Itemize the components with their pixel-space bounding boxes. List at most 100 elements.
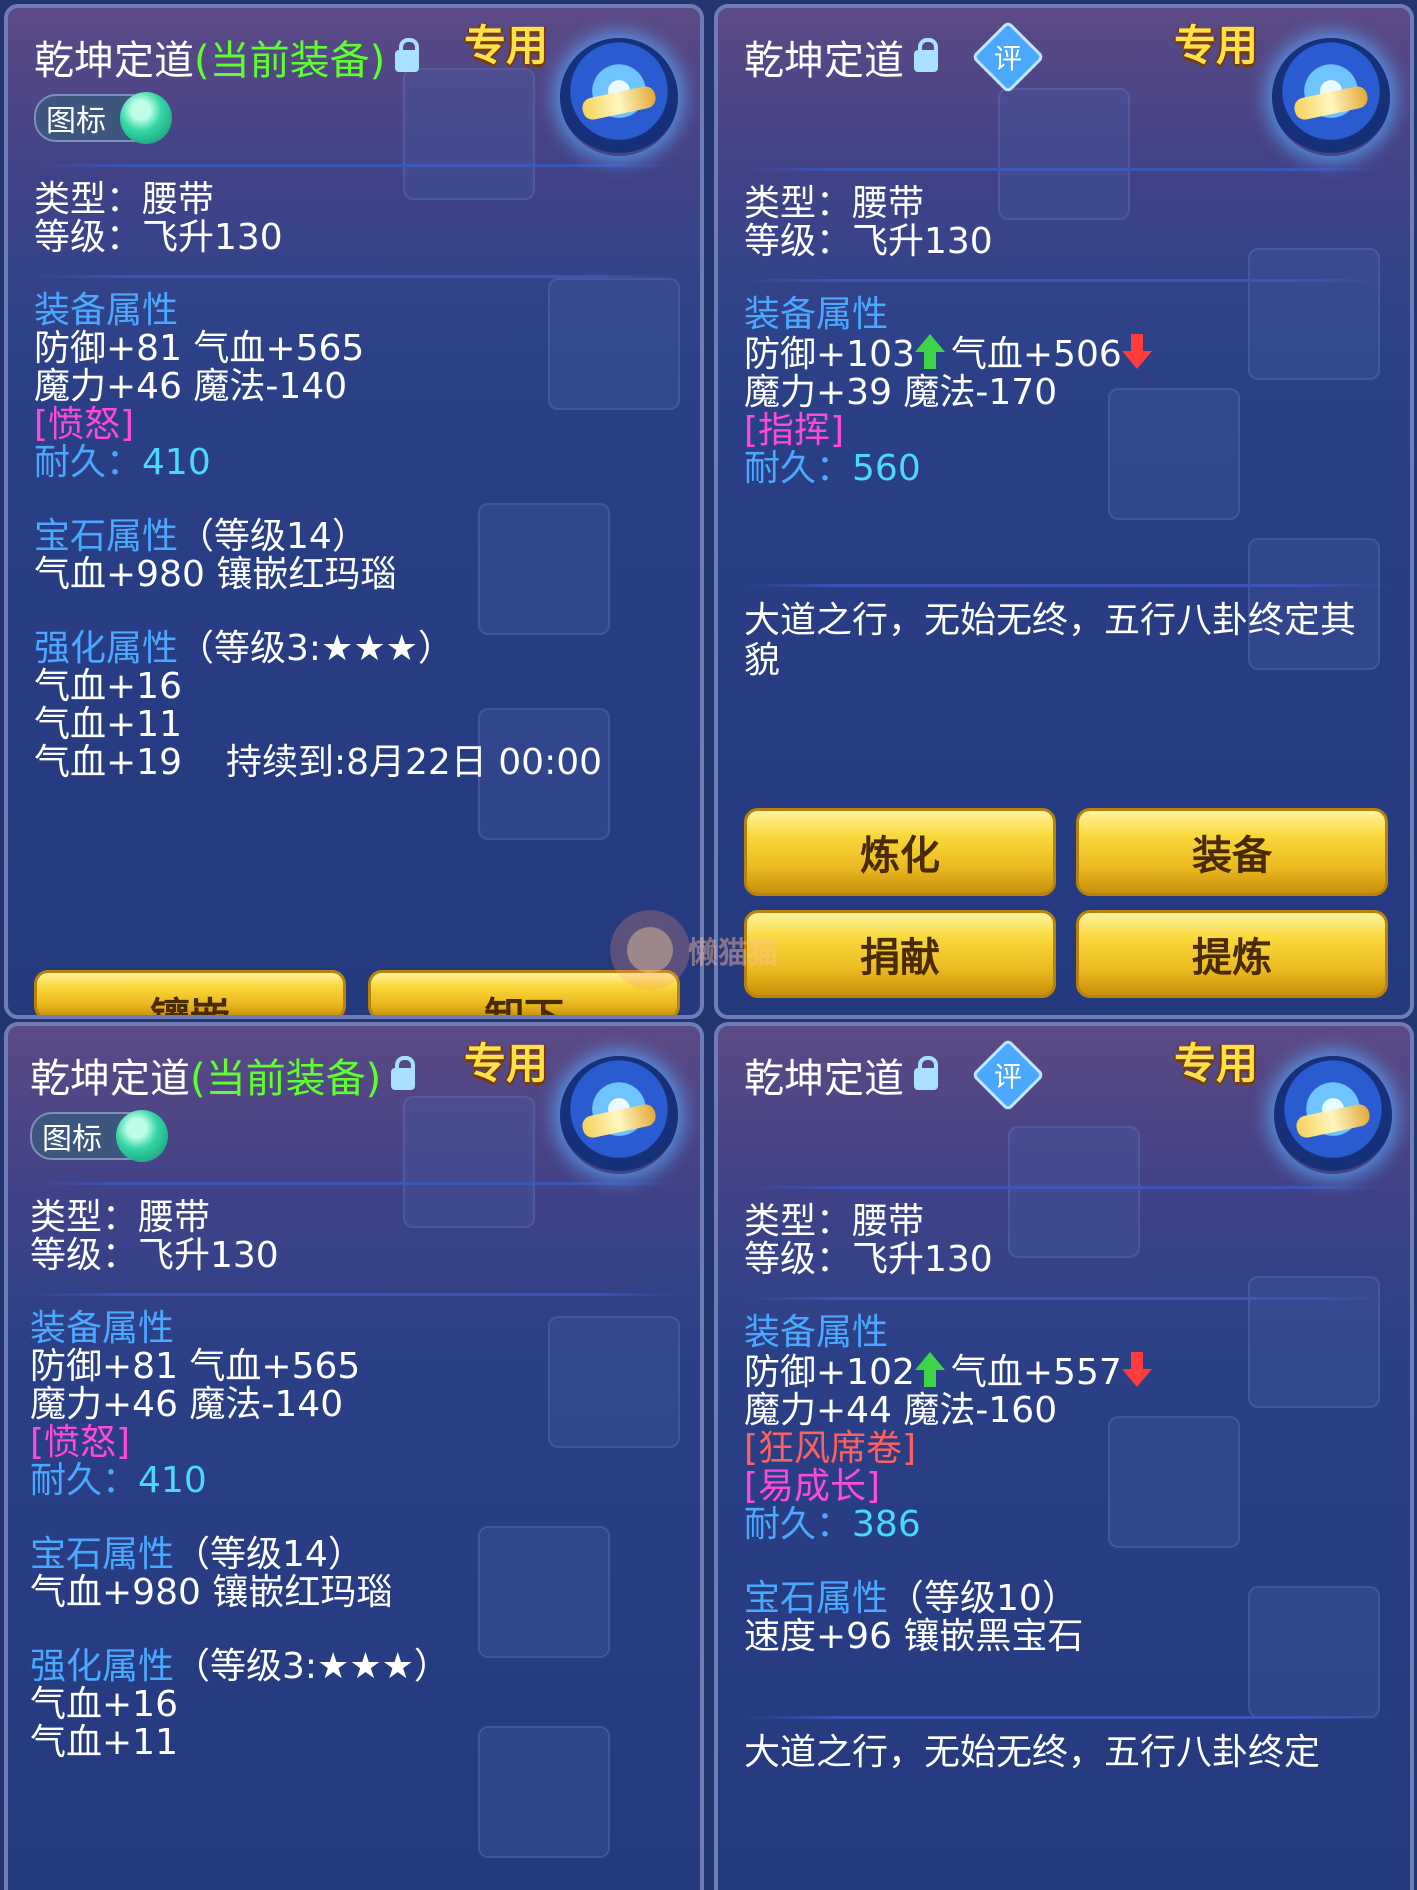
special-effect-1: [狂风席卷] bbox=[744, 1428, 917, 1469]
extract-button[interactable]: 提炼 bbox=[1076, 910, 1388, 998]
gem-level: （等级14） bbox=[178, 516, 368, 557]
arrow-up-icon bbox=[914, 1352, 945, 1388]
gem-header: 宝石属性（等级14） bbox=[34, 518, 680, 556]
item-description: 大道之行，无始无终，五行八卦终定其貌 bbox=[744, 600, 1357, 681]
gem-stat: 速度+96 镶嵌黑宝石 bbox=[744, 1616, 1084, 1657]
belt-item-icon bbox=[560, 38, 678, 156]
arrow-down-icon bbox=[1121, 334, 1152, 370]
enhance-stat-2: 气血+11 bbox=[30, 1722, 178, 1763]
exclusive-label: 专用 bbox=[464, 1039, 549, 1088]
divider bbox=[744, 1297, 1390, 1300]
watermark-logo bbox=[610, 910, 690, 990]
special-effect: [愤怒] bbox=[34, 404, 135, 445]
durability-label: 耐久： bbox=[34, 442, 143, 483]
icon-toggle[interactable]: 图标 bbox=[30, 1110, 168, 1162]
toggle-knob bbox=[120, 92, 172, 144]
gem-title: 宝石属性 bbox=[744, 1578, 889, 1619]
durability-value: 560 bbox=[852, 448, 921, 489]
item-tooltip-compare: 乾坤定道 评 类型：腰带 等级：飞升130 装备属性 防御+103 气血+506 … bbox=[714, 4, 1414, 1019]
exclusive-label: 专用 bbox=[1174, 1039, 1259, 1088]
donate-button[interactable]: 捐献 bbox=[744, 910, 1056, 998]
lock-icon bbox=[391, 1056, 416, 1090]
stat-line-1: 防御+102 气血+557 bbox=[744, 1352, 1390, 1392]
item-level: 等级：飞升130 bbox=[744, 1239, 993, 1280]
equip-attr-title: 装备属性 bbox=[744, 1312, 889, 1353]
divider bbox=[34, 275, 680, 278]
rating-badge[interactable]: 评 bbox=[971, 1038, 1045, 1112]
item-name: 乾坤定道 bbox=[30, 1056, 190, 1102]
hp-stat: 气血+557 bbox=[950, 1352, 1122, 1393]
gem-level: （等级10） bbox=[888, 1578, 1078, 1619]
item-type: 类型：腰带 bbox=[30, 1197, 211, 1238]
item-description: 大道之行，无始无终，五行八卦终定 bbox=[744, 1732, 1321, 1773]
lock-icon bbox=[395, 38, 420, 72]
divider bbox=[744, 168, 1390, 171]
gem-stat: 气血+980 镶嵌红玛瑙 bbox=[34, 554, 397, 595]
belt-item-icon bbox=[560, 1056, 678, 1174]
enhance-stat-1: 气血+16 bbox=[30, 1684, 178, 1725]
stat-line-1: 防御+81 气血+565 bbox=[30, 1346, 361, 1387]
enhance-stat-3-row: 气血+19 持续到:8月22日 00:00 bbox=[34, 744, 680, 782]
enhance-header: 强化属性（等级3:★★★） bbox=[34, 630, 680, 668]
lock-icon bbox=[914, 1056, 938, 1090]
inlay-button[interactable]: 镶嵌 bbox=[34, 970, 346, 1015]
durability: 耐久：560 bbox=[744, 450, 1390, 488]
enhance-stat-1: 气血+16 bbox=[34, 666, 182, 707]
exclusive-label: 专用 bbox=[464, 21, 549, 70]
divider bbox=[744, 1186, 1390, 1189]
arrow-up-icon bbox=[914, 334, 945, 370]
equip-attr-title: 装备属性 bbox=[34, 290, 179, 331]
divider bbox=[34, 164, 680, 167]
watermark-text: 懒猫猫 bbox=[688, 936, 778, 971]
durability: 耐久：410 bbox=[34, 444, 680, 482]
durability-value: 386 bbox=[852, 1504, 921, 1545]
rating-label: 评 bbox=[993, 1059, 1023, 1093]
item-level: 等级：飞升130 bbox=[744, 221, 993, 262]
equip-button[interactable]: 装备 bbox=[1076, 808, 1388, 896]
durability-label: 耐久： bbox=[744, 1504, 853, 1545]
stat-line-1: 防御+103 气血+506 bbox=[744, 334, 1390, 374]
stat-line-1: 防御+81 气血+565 bbox=[34, 328, 365, 369]
rating-badge[interactable]: 评 bbox=[971, 20, 1045, 94]
equipped-tag: (当前装备) bbox=[194, 38, 386, 84]
stat-line-2: 魔力+46 魔法-140 bbox=[34, 366, 348, 407]
divider bbox=[30, 1182, 680, 1185]
divider bbox=[744, 1716, 1390, 1719]
defense-stat: 防御+103 bbox=[744, 334, 915, 375]
enhance-stat-2: 气血+11 bbox=[34, 704, 182, 745]
item-type: 类型：腰带 bbox=[34, 179, 215, 220]
item-name: 乾坤定道 bbox=[744, 1056, 904, 1102]
enhance-stat-3: 气血+19 bbox=[34, 742, 182, 783]
exclusive-label: 专用 bbox=[1174, 21, 1259, 70]
gem-stat: 气血+980 镶嵌红玛瑙 bbox=[30, 1572, 393, 1613]
toggle-knob bbox=[116, 1110, 168, 1162]
equip-attr-title: 装备属性 bbox=[30, 1308, 175, 1349]
icon-toggle[interactable]: 图标 bbox=[34, 92, 172, 144]
enhance-duration: 持续到:8月22日 00:00 bbox=[225, 742, 603, 783]
equipped-tag: (当前装备) bbox=[190, 1056, 382, 1102]
defense-stat: 防御+102 bbox=[744, 1352, 915, 1393]
gem-title: 宝石属性 bbox=[34, 516, 179, 557]
durability-value: 410 bbox=[142, 442, 211, 483]
enhance-level: （等级3:★★★） bbox=[178, 628, 454, 669]
gem-header: 宝石属性（等级10） bbox=[744, 1580, 1390, 1618]
item-level: 等级：飞升130 bbox=[30, 1235, 279, 1276]
durability-label: 耐久： bbox=[744, 448, 853, 489]
durability-value: 410 bbox=[138, 1460, 207, 1501]
enhance-header: 强化属性（等级3:★★★） bbox=[30, 1648, 680, 1686]
stat-line-2: 魔力+46 魔法-140 bbox=[30, 1384, 344, 1425]
gem-level: （等级14） bbox=[174, 1534, 364, 1575]
durability-label: 耐久： bbox=[30, 1460, 139, 1501]
divider bbox=[30, 1293, 680, 1296]
item-tooltip-current: 乾坤定道 (当前装备) 图标 类型：腰带 等级：飞升130 装备属性 防御+81 … bbox=[4, 4, 704, 1019]
hp-stat: 气血+506 bbox=[950, 334, 1122, 375]
divider bbox=[744, 279, 1390, 282]
durability: 耐久：386 bbox=[744, 1506, 1390, 1544]
equip-attr-title: 装备属性 bbox=[744, 294, 889, 335]
item-level: 等级：飞升130 bbox=[34, 217, 283, 258]
item-type: 类型：腰带 bbox=[744, 183, 925, 224]
refine-button[interactable]: 炼化 bbox=[744, 808, 1056, 896]
special-effect: [指挥] bbox=[744, 410, 845, 451]
belt-item-icon bbox=[1274, 1056, 1392, 1174]
divider bbox=[744, 584, 1390, 587]
